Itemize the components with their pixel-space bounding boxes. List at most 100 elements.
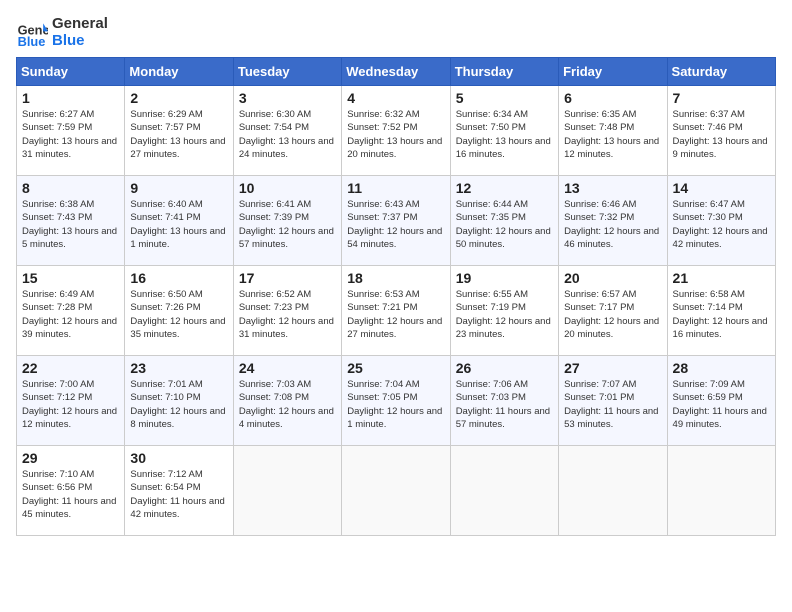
- page-header: General Blue General Blue: [16, 16, 776, 49]
- day-info: Sunrise: 6:49 AMSunset: 7:28 PMDaylight:…: [22, 289, 117, 340]
- day-number: 8: [22, 180, 119, 196]
- day-number: 28: [673, 360, 770, 376]
- day-number: 13: [564, 180, 661, 196]
- calendar-cell: 30 Sunrise: 7:12 AMSunset: 6:54 PMDaylig…: [125, 446, 233, 536]
- calendar-cell: 12 Sunrise: 6:44 AMSunset: 7:35 PMDaylig…: [450, 176, 558, 266]
- day-number: 16: [130, 270, 227, 286]
- day-info: Sunrise: 6:29 AMSunset: 7:57 PMDaylight:…: [130, 109, 225, 160]
- day-info: Sunrise: 6:32 AMSunset: 7:52 PMDaylight:…: [347, 109, 442, 160]
- day-info: Sunrise: 7:06 AMSunset: 7:03 PMDaylight:…: [456, 379, 550, 430]
- day-number: 6: [564, 90, 661, 106]
- day-info: Sunrise: 6:43 AMSunset: 7:37 PMDaylight:…: [347, 199, 442, 250]
- week-row-3: 15 Sunrise: 6:49 AMSunset: 7:28 PMDaylig…: [17, 266, 776, 356]
- day-number: 15: [22, 270, 119, 286]
- day-info: Sunrise: 7:10 AMSunset: 6:56 PMDaylight:…: [22, 469, 116, 520]
- day-number: 4: [347, 90, 444, 106]
- day-info: Sunrise: 7:12 AMSunset: 6:54 PMDaylight:…: [130, 469, 224, 520]
- header-wednesday: Wednesday: [342, 58, 450, 86]
- day-info: Sunrise: 6:53 AMSunset: 7:21 PMDaylight:…: [347, 289, 442, 340]
- calendar-cell: 5 Sunrise: 6:34 AMSunset: 7:50 PMDayligh…: [450, 86, 558, 176]
- day-info: Sunrise: 7:04 AMSunset: 7:05 PMDaylight:…: [347, 379, 442, 430]
- calendar-cell: 3 Sunrise: 6:30 AMSunset: 7:54 PMDayligh…: [233, 86, 341, 176]
- day-info: Sunrise: 7:03 AMSunset: 7:08 PMDaylight:…: [239, 379, 334, 430]
- calendar-cell: 9 Sunrise: 6:40 AMSunset: 7:41 PMDayligh…: [125, 176, 233, 266]
- day-number: 22: [22, 360, 119, 376]
- day-number: 21: [673, 270, 770, 286]
- day-info: Sunrise: 6:37 AMSunset: 7:46 PMDaylight:…: [673, 109, 768, 160]
- calendar-cell: 16 Sunrise: 6:50 AMSunset: 7:26 PMDaylig…: [125, 266, 233, 356]
- calendar-cell: 22 Sunrise: 7:00 AMSunset: 7:12 PMDaylig…: [17, 356, 125, 446]
- logo-text-general: General: [52, 16, 108, 33]
- calendar-cell: 10 Sunrise: 6:41 AMSunset: 7:39 PMDaylig…: [233, 176, 341, 266]
- day-number: 29: [22, 450, 119, 466]
- calendar-cell: 2 Sunrise: 6:29 AMSunset: 7:57 PMDayligh…: [125, 86, 233, 176]
- calendar-cell: 1 Sunrise: 6:27 AMSunset: 7:59 PMDayligh…: [17, 86, 125, 176]
- calendar-cell: [342, 446, 450, 536]
- calendar-cell: 20 Sunrise: 6:57 AMSunset: 7:17 PMDaylig…: [559, 266, 667, 356]
- logo-text-blue: Blue: [52, 33, 108, 50]
- logo-icon: General Blue: [16, 17, 48, 49]
- week-row-4: 22 Sunrise: 7:00 AMSunset: 7:12 PMDaylig…: [17, 356, 776, 446]
- day-info: Sunrise: 6:52 AMSunset: 7:23 PMDaylight:…: [239, 289, 334, 340]
- day-number: 1: [22, 90, 119, 106]
- calendar-cell: 13 Sunrise: 6:46 AMSunset: 7:32 PMDaylig…: [559, 176, 667, 266]
- calendar-cell: 26 Sunrise: 7:06 AMSunset: 7:03 PMDaylig…: [450, 356, 558, 446]
- week-row-1: 1 Sunrise: 6:27 AMSunset: 7:59 PMDayligh…: [17, 86, 776, 176]
- day-info: Sunrise: 6:35 AMSunset: 7:48 PMDaylight:…: [564, 109, 659, 160]
- day-number: 12: [456, 180, 553, 196]
- day-info: Sunrise: 6:44 AMSunset: 7:35 PMDaylight:…: [456, 199, 551, 250]
- day-info: Sunrise: 7:00 AMSunset: 7:12 PMDaylight:…: [22, 379, 117, 430]
- calendar-cell: 14 Sunrise: 6:47 AMSunset: 7:30 PMDaylig…: [667, 176, 775, 266]
- day-info: Sunrise: 7:07 AMSunset: 7:01 PMDaylight:…: [564, 379, 658, 430]
- header-tuesday: Tuesday: [233, 58, 341, 86]
- day-info: Sunrise: 6:30 AMSunset: 7:54 PMDaylight:…: [239, 109, 334, 160]
- calendar-table: SundayMondayTuesdayWednesdayThursdayFrid…: [16, 57, 776, 536]
- header-monday: Monday: [125, 58, 233, 86]
- calendar-body: 1 Sunrise: 6:27 AMSunset: 7:59 PMDayligh…: [17, 86, 776, 536]
- calendar-cell: 28 Sunrise: 7:09 AMSunset: 6:59 PMDaylig…: [667, 356, 775, 446]
- day-number: 19: [456, 270, 553, 286]
- header-sunday: Sunday: [17, 58, 125, 86]
- day-number: 20: [564, 270, 661, 286]
- calendar-cell: 21 Sunrise: 6:58 AMSunset: 7:14 PMDaylig…: [667, 266, 775, 356]
- day-number: 14: [673, 180, 770, 196]
- calendar-cell: 29 Sunrise: 7:10 AMSunset: 6:56 PMDaylig…: [17, 446, 125, 536]
- calendar-cell: 17 Sunrise: 6:52 AMSunset: 7:23 PMDaylig…: [233, 266, 341, 356]
- calendar-cell: 25 Sunrise: 7:04 AMSunset: 7:05 PMDaylig…: [342, 356, 450, 446]
- calendar-cell: 7 Sunrise: 6:37 AMSunset: 7:46 PMDayligh…: [667, 86, 775, 176]
- calendar-cell: [233, 446, 341, 536]
- day-info: Sunrise: 6:40 AMSunset: 7:41 PMDaylight:…: [130, 199, 225, 250]
- calendar-cell: 8 Sunrise: 6:38 AMSunset: 7:43 PMDayligh…: [17, 176, 125, 266]
- day-number: 27: [564, 360, 661, 376]
- day-number: 11: [347, 180, 444, 196]
- day-info: Sunrise: 6:50 AMSunset: 7:26 PMDaylight:…: [130, 289, 225, 340]
- calendar-cell: 6 Sunrise: 6:35 AMSunset: 7:48 PMDayligh…: [559, 86, 667, 176]
- svg-text:Blue: Blue: [18, 33, 46, 48]
- day-number: 30: [130, 450, 227, 466]
- day-info: Sunrise: 6:47 AMSunset: 7:30 PMDaylight:…: [673, 199, 768, 250]
- day-number: 9: [130, 180, 227, 196]
- header-thursday: Thursday: [450, 58, 558, 86]
- calendar-cell: [450, 446, 558, 536]
- day-info: Sunrise: 6:57 AMSunset: 7:17 PMDaylight:…: [564, 289, 659, 340]
- day-number: 3: [239, 90, 336, 106]
- day-info: Sunrise: 6:38 AMSunset: 7:43 PMDaylight:…: [22, 199, 117, 250]
- day-number: 18: [347, 270, 444, 286]
- week-row-2: 8 Sunrise: 6:38 AMSunset: 7:43 PMDayligh…: [17, 176, 776, 266]
- calendar-cell: 18 Sunrise: 6:53 AMSunset: 7:21 PMDaylig…: [342, 266, 450, 356]
- day-number: 7: [673, 90, 770, 106]
- calendar-cell: 11 Sunrise: 6:43 AMSunset: 7:37 PMDaylig…: [342, 176, 450, 266]
- calendar-cell: 19 Sunrise: 6:55 AMSunset: 7:19 PMDaylig…: [450, 266, 558, 356]
- header-friday: Friday: [559, 58, 667, 86]
- day-info: Sunrise: 6:41 AMSunset: 7:39 PMDaylight:…: [239, 199, 334, 250]
- day-number: 5: [456, 90, 553, 106]
- day-info: Sunrise: 7:01 AMSunset: 7:10 PMDaylight:…: [130, 379, 225, 430]
- day-info: Sunrise: 6:34 AMSunset: 7:50 PMDaylight:…: [456, 109, 551, 160]
- day-info: Sunrise: 7:09 AMSunset: 6:59 PMDaylight:…: [673, 379, 767, 430]
- calendar-cell: 24 Sunrise: 7:03 AMSunset: 7:08 PMDaylig…: [233, 356, 341, 446]
- day-number: 23: [130, 360, 227, 376]
- day-number: 2: [130, 90, 227, 106]
- week-row-5: 29 Sunrise: 7:10 AMSunset: 6:56 PMDaylig…: [17, 446, 776, 536]
- logo: General Blue General Blue: [16, 16, 108, 49]
- calendar-cell: 27 Sunrise: 7:07 AMSunset: 7:01 PMDaylig…: [559, 356, 667, 446]
